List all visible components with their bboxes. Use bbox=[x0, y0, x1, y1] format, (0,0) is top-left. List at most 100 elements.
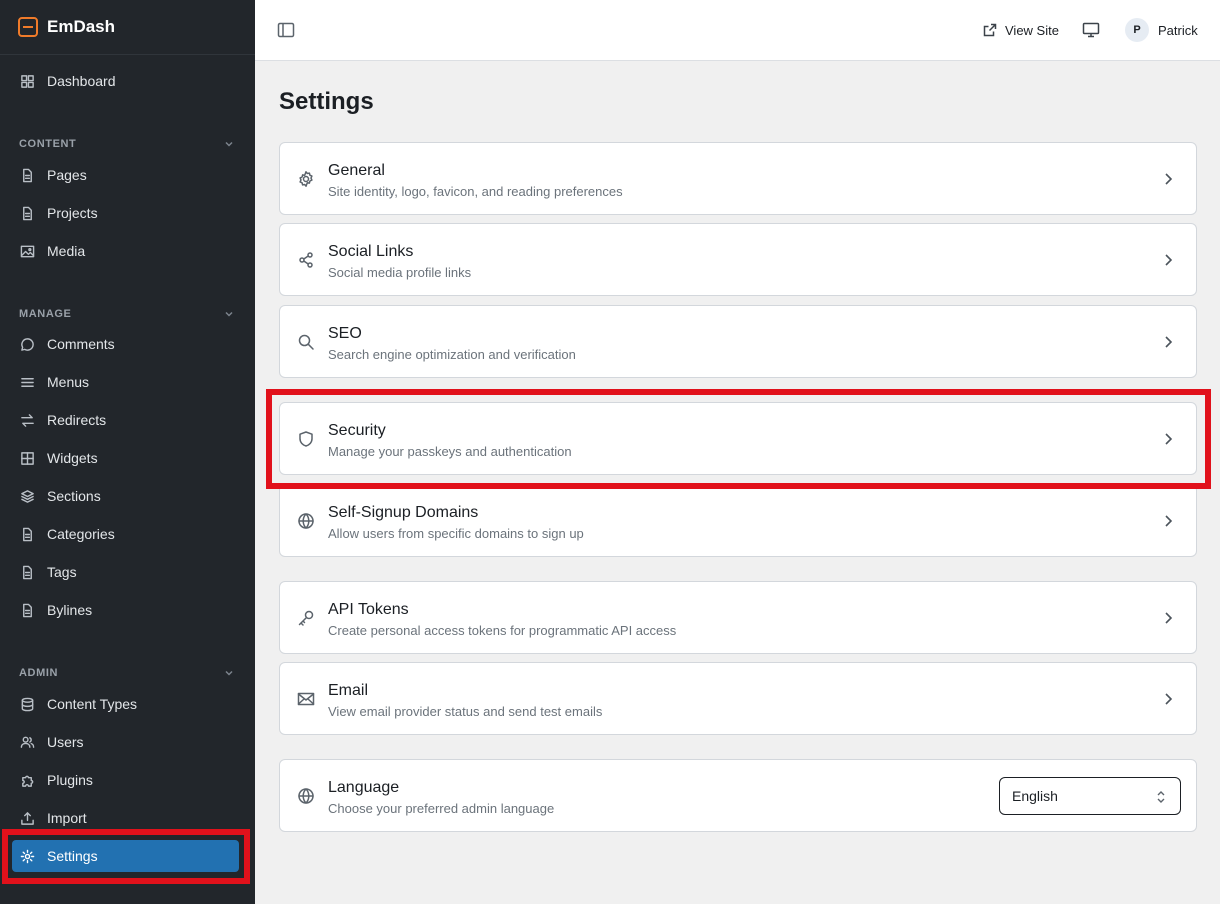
file-icon bbox=[20, 603, 35, 618]
user-menu[interactable]: P Patrick bbox=[1125, 17, 1198, 43]
card-description: View email provider status and send test… bbox=[328, 704, 603, 719]
sidebar-item-pages[interactable]: Pages bbox=[12, 159, 239, 191]
chevron-right-icon bbox=[1160, 333, 1176, 351]
external-link-icon bbox=[983, 23, 997, 37]
sidebar-item-import[interactable]: Import bbox=[12, 802, 239, 834]
card-title: General bbox=[328, 162, 385, 179]
sidebar-item-label: Projects bbox=[47, 205, 98, 221]
section-header-manage[interactable]: MANAGE bbox=[19, 306, 235, 322]
menu-icon bbox=[20, 375, 35, 390]
sidebar-item-label: Widgets bbox=[47, 450, 98, 466]
monitor-icon bbox=[1082, 22, 1100, 38]
chevron-up-down-icon bbox=[1157, 791, 1165, 803]
chevron-down-icon bbox=[225, 670, 233, 676]
sidebar-item-dashboard[interactable]: Dashboard bbox=[12, 65, 239, 97]
logo-icon bbox=[18, 17, 38, 37]
chevron-right-icon bbox=[1160, 251, 1176, 269]
sidebar-item-comments[interactable]: Comments bbox=[12, 328, 239, 360]
card-title: SEO bbox=[328, 325, 362, 342]
file-icon bbox=[20, 168, 35, 183]
topbar: View Site P Patrick bbox=[255, 0, 1220, 61]
sidebar-item-label: Pages bbox=[47, 167, 87, 183]
language-select[interactable]: English bbox=[999, 777, 1181, 815]
card-title: Language bbox=[328, 779, 400, 796]
sidebar-toggle-icon bbox=[277, 22, 295, 38]
chevron-right-icon bbox=[1160, 609, 1176, 627]
sidebar-item-users[interactable]: Users bbox=[12, 726, 239, 758]
section-header-content[interactable]: CONTENT bbox=[19, 136, 235, 152]
sidebar-item-settings[interactable]: Settings bbox=[12, 840, 239, 872]
key-icon bbox=[297, 609, 315, 627]
sidebar-item-label: Media bbox=[47, 243, 86, 259]
sidebar-item-label: Comments bbox=[47, 336, 115, 352]
sidebar-item-label: Categories bbox=[47, 526, 115, 542]
puzzle-icon bbox=[20, 773, 35, 788]
settings-card-self-signup-domains[interactable]: Self-Signup Domains Allow users from spe… bbox=[279, 484, 1197, 557]
sidebar-item-label: Content Types bbox=[47, 696, 138, 712]
settings-card-general[interactable]: General Site identity, logo, favicon, an… bbox=[279, 142, 1197, 215]
view-site-link[interactable]: View Site bbox=[983, 20, 1059, 40]
page-title: Settings bbox=[279, 88, 374, 115]
settings-card-language: Language Choose your preferred admin lan… bbox=[279, 759, 1197, 832]
database-icon bbox=[20, 697, 35, 712]
arrows-icon bbox=[20, 413, 35, 428]
sidebar-toggle-button[interactable] bbox=[277, 21, 295, 39]
sidebar-item-label: Import bbox=[47, 810, 87, 826]
file-icon bbox=[20, 527, 35, 542]
brand[interactable]: EmDash bbox=[0, 0, 255, 55]
chevron-right-icon bbox=[1160, 170, 1176, 188]
card-description: Social media profile links bbox=[328, 265, 472, 280]
widgets-icon bbox=[20, 451, 35, 466]
sidebar-item-label: Dashboard bbox=[47, 73, 116, 89]
image-icon bbox=[20, 244, 35, 259]
settings-card-api-tokens[interactable]: API Tokens Create personal access tokens… bbox=[279, 581, 1197, 654]
sidebar-item-tags[interactable]: Tags bbox=[12, 556, 239, 588]
section-header-admin[interactable]: ADMIN bbox=[19, 665, 235, 681]
settings-card-seo[interactable]: SEO Search engine optimization and verif… bbox=[279, 305, 1197, 378]
comment-icon bbox=[20, 337, 35, 352]
sidebar-item-widgets[interactable]: Widgets bbox=[12, 442, 239, 474]
avatar: P bbox=[1125, 18, 1149, 42]
sidebar-item-plugins[interactable]: Plugins bbox=[12, 764, 239, 796]
settings-card-security[interactable]: Security Manage your passkeys and authen… bbox=[279, 402, 1197, 475]
language-select-value: English bbox=[1012, 788, 1058, 804]
card-title: Security bbox=[328, 422, 386, 439]
card-description: Site identity, logo, favicon, and readin… bbox=[328, 184, 623, 199]
sidebar-item-projects[interactable]: Projects bbox=[12, 197, 239, 229]
sidebar: EmDash Dashboard CONTENT Pages Projects … bbox=[0, 0, 255, 904]
mail-icon bbox=[297, 690, 315, 708]
shield-icon bbox=[297, 430, 315, 448]
sidebar-item-media[interactable]: Media bbox=[12, 235, 239, 267]
card-description: Search engine optimization and verificat… bbox=[328, 347, 576, 362]
sidebar-item-content-types[interactable]: Content Types bbox=[12, 688, 239, 720]
settings-card-social-links[interactable]: Social Links Social media profile links bbox=[279, 223, 1197, 296]
chevron-down-icon bbox=[225, 141, 233, 147]
section-label: ADMIN bbox=[19, 667, 59, 679]
sidebar-item-label: Settings bbox=[47, 848, 98, 864]
chevron-right-icon bbox=[1160, 512, 1176, 530]
sidebar-item-menus[interactable]: Menus bbox=[12, 366, 239, 398]
preview-button[interactable] bbox=[1082, 21, 1100, 39]
section-label: CONTENT bbox=[19, 138, 77, 150]
card-description: Create personal access tokens for progra… bbox=[328, 623, 677, 638]
settings-card-email[interactable]: Email View email provider status and sen… bbox=[279, 662, 1197, 735]
card-description: Choose your preferred admin language bbox=[328, 801, 555, 816]
sidebar-item-label: Tags bbox=[47, 564, 77, 580]
sidebar-item-categories[interactable]: Categories bbox=[12, 518, 239, 550]
sidebar-item-label: Redirects bbox=[47, 412, 107, 428]
card-title: Social Links bbox=[328, 243, 414, 260]
sidebar-item-label: Users bbox=[47, 734, 84, 750]
sidebar-item-label: Bylines bbox=[47, 602, 93, 618]
chevron-right-icon bbox=[1160, 690, 1176, 708]
card-title: Email bbox=[328, 682, 369, 699]
sidebar-item-bylines[interactable]: Bylines bbox=[12, 594, 239, 626]
chevron-right-icon bbox=[1160, 430, 1176, 448]
card-description: Allow users from specific domains to sig… bbox=[328, 526, 584, 541]
grid-icon bbox=[20, 74, 35, 89]
file-icon bbox=[20, 206, 35, 221]
sidebar-item-redirects[interactable]: Redirects bbox=[12, 404, 239, 436]
chevron-down-icon bbox=[225, 311, 233, 317]
brand-name: EmDash bbox=[47, 17, 116, 36]
sidebar-item-sections[interactable]: Sections bbox=[12, 480, 239, 512]
users-icon bbox=[20, 735, 35, 750]
